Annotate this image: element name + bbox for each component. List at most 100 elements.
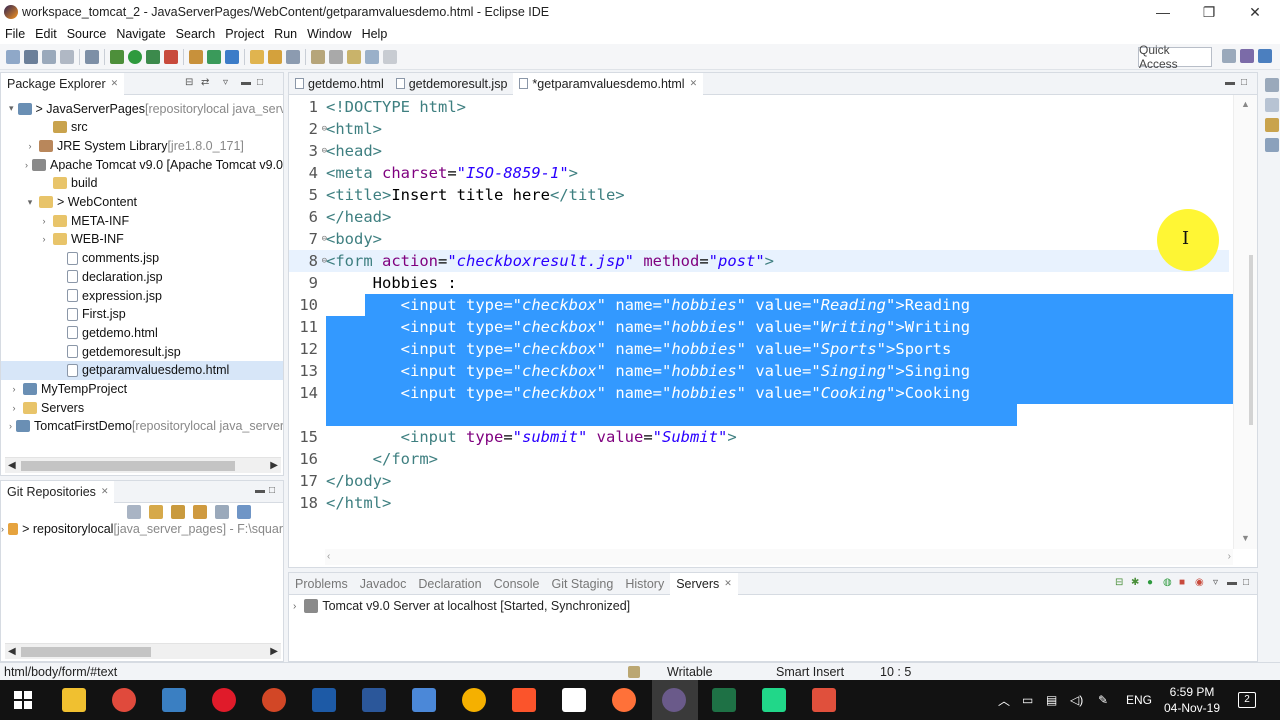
debug-icon[interactable]: [110, 49, 124, 64]
code-line[interactable]: <input type="submit" value="Submit">: [326, 426, 737, 448]
package-explorer-tab[interactable]: Package Explorer ✕: [1, 72, 125, 95]
add-repository-icon[interactable]: [149, 505, 163, 519]
windows-start-icon[interactable]: [14, 691, 32, 709]
expand-arrow-icon[interactable]: ›: [25, 160, 28, 170]
java-ee-perspective-icon[interactable]: [1240, 49, 1254, 63]
code-line[interactable]: </html>: [326, 492, 391, 514]
menu-navigate[interactable]: Navigate: [111, 27, 170, 41]
editor-tab-getdemoresult[interactable]: getdemoresult.jsp: [390, 73, 514, 95]
clock[interactable]: 6:59 PM 04-Nov-19: [1160, 680, 1224, 720]
tab-declaration[interactable]: Declaration: [412, 573, 487, 595]
run-icon[interactable]: [128, 49, 142, 64]
powerpoint-icon[interactable]: [262, 688, 286, 712]
filter-icon[interactable]: [237, 505, 251, 519]
editor-tab-getparamvaluesdemo[interactable]: *getparamvaluesdemo.html ✕: [513, 72, 704, 95]
publish-icon[interactable]: ◉: [1195, 577, 1204, 588]
forward-icon[interactable]: [383, 49, 397, 64]
outline-icon[interactable]: [1265, 98, 1279, 112]
view-menu-icon[interactable]: ▿: [1213, 577, 1218, 588]
tree-item[interactable]: › MyTempProject: [1, 380, 283, 399]
expand-arrow-icon[interactable]: ›: [25, 141, 35, 151]
code-line[interactable]: <form action="checkboxresult.jsp" method…: [326, 250, 774, 272]
network-app-icon[interactable]: [412, 688, 436, 712]
tab-git-staging[interactable]: Git Staging: [545, 573, 619, 595]
notification-center-icon[interactable]: 2: [1238, 680, 1256, 720]
vertical-scrollbar[interactable]: ▲ ▼: [1233, 95, 1257, 549]
save-all-icon[interactable]: [42, 49, 56, 64]
menu-source[interactable]: Source: [62, 27, 112, 41]
scrollbar-thumb[interactable]: [21, 647, 151, 657]
server-row[interactable]: › Tomcat v9.0 Server at localhost [Start…: [293, 599, 630, 613]
tree-item[interactable]: ▾ > JavaServerPages [repositorylocal java…: [1, 99, 283, 118]
menu-search[interactable]: Search: [171, 27, 221, 41]
code-line[interactable]: Hobbies :: [326, 272, 457, 294]
open-task-icon[interactable]: [268, 49, 282, 64]
tray-chevron-icon[interactable]: ︿: [998, 680, 1010, 720]
camtasia-icon[interactable]: [762, 688, 786, 712]
menu-window[interactable]: Window: [302, 27, 356, 41]
restore-button[interactable]: ❐: [1186, 0, 1232, 24]
restore-icon[interactable]: [1265, 78, 1279, 92]
link-with-editor-icon[interactable]: ⇄: [201, 77, 209, 88]
minimize-view-icon[interactable]: ▬: [241, 77, 251, 88]
git-repository-item[interactable]: › > repositorylocal [java_server_pages] …: [1, 519, 283, 538]
expand-arrow-icon[interactable]: ›: [39, 234, 49, 244]
tree-item[interactable]: › TomcatFirstDemo [repositorylocal java_s…: [1, 417, 283, 436]
expand-arrow-icon[interactable]: ▾: [25, 197, 35, 208]
annotation-icon[interactable]: [311, 49, 325, 64]
scroll-right-icon[interactable]: ▶: [270, 458, 278, 474]
tree-item[interactable]: First.jsp: [1, 305, 283, 324]
close-icon[interactable]: ✕: [101, 486, 109, 497]
scroll-left-icon[interactable]: ◀: [8, 644, 16, 660]
menu-project[interactable]: Project: [220, 27, 269, 41]
tree-item[interactable]: ▾ > WebContent: [1, 193, 283, 212]
create-repository-icon[interactable]: [193, 505, 207, 519]
build-icon[interactable]: [628, 666, 640, 678]
tab-servers[interactable]: Servers ✕: [670, 572, 738, 595]
close-icon[interactable]: ✕: [690, 78, 698, 89]
expand-arrow-icon[interactable]: ›: [9, 403, 19, 413]
close-button[interactable]: ✕: [1232, 0, 1278, 24]
code-line[interactable]: <input type="checkbox" name="hobbies" va…: [326, 294, 970, 316]
code-line[interactable]: <input type="checkbox" name="hobbies" va…: [326, 382, 970, 404]
expand-arrow-icon[interactable]: ›: [293, 601, 296, 612]
maximize-view-icon[interactable]: □: [269, 485, 275, 496]
code-line[interactable]: <title>Insert title here</title>: [326, 184, 625, 206]
open-perspective-icon[interactable]: [1222, 49, 1236, 63]
scroll-right-icon[interactable]: ▶: [270, 644, 278, 660]
horizontal-scrollbar[interactable]: ◀ ▶: [5, 643, 281, 659]
open-type-icon[interactable]: [250, 49, 264, 64]
new-icon[interactable]: [6, 49, 20, 64]
scrollbar-thumb[interactable]: [1249, 255, 1253, 425]
quick-access-input[interactable]: Quick Access: [1138, 43, 1212, 71]
tree-item[interactable]: expression.jsp: [1, 286, 283, 305]
file-explorer-icon[interactable]: [62, 688, 86, 712]
new-java-project-icon[interactable]: [189, 49, 203, 64]
clone-repository-icon[interactable]: [171, 505, 185, 519]
start-server-icon[interactable]: ●: [1147, 577, 1153, 588]
tab-console[interactable]: Console: [488, 573, 546, 595]
debug-server-icon[interactable]: ✱: [1131, 577, 1139, 588]
powershell-icon[interactable]: [312, 688, 336, 712]
tree-item[interactable]: comments.jsp: [1, 249, 283, 268]
taskbar-app-icon[interactable]: [462, 688, 486, 712]
skip-breakpoints-icon[interactable]: [85, 49, 99, 64]
scrollbar-thumb[interactable]: [21, 461, 235, 471]
new-class-icon[interactable]: [225, 49, 239, 64]
maximize-view-icon[interactable]: □: [1243, 577, 1249, 588]
opera-icon[interactable]: [212, 688, 236, 712]
properties-icon[interactable]: [1265, 138, 1279, 152]
tab-javadoc[interactable]: Javadoc: [354, 573, 413, 595]
scroll-down-icon[interactable]: ▼: [1241, 533, 1250, 543]
editor-tab-getdemo[interactable]: getdemo.html: [289, 73, 390, 95]
tree-item[interactable]: › Servers: [1, 398, 283, 417]
code-line[interactable]: </form>: [326, 448, 438, 470]
profile-server-icon[interactable]: ◍: [1163, 577, 1172, 588]
minimize-button[interactable]: —: [1140, 0, 1186, 24]
scroll-left-icon[interactable]: ‹: [327, 549, 330, 565]
back-icon[interactable]: [365, 49, 379, 64]
print-icon[interactable]: [60, 49, 74, 64]
expand-arrow-icon[interactable]: ›: [1, 524, 4, 534]
minimize-view-icon[interactable]: ▬: [1225, 77, 1235, 88]
tree-item[interactable]: build: [1, 174, 283, 193]
